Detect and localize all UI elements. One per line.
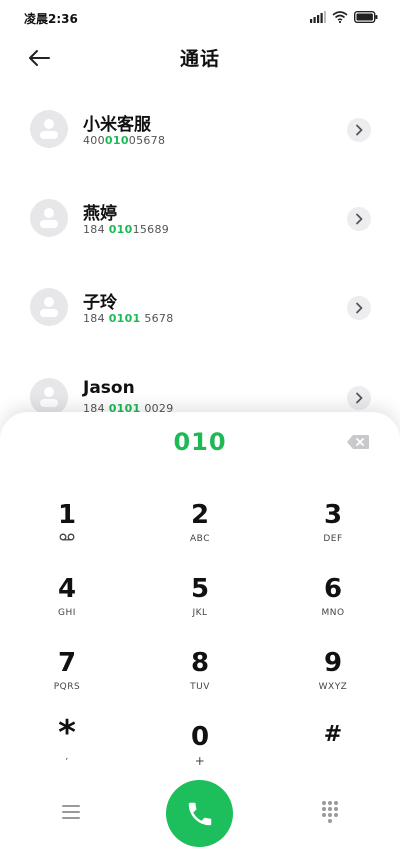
- contact-number: 40001005678: [83, 134, 166, 147]
- key-4[interactable]: 4 GHI: [2, 572, 132, 638]
- key-hash[interactable]: #: [268, 718, 398, 784]
- phone-icon: [188, 802, 211, 825]
- backspace-button[interactable]: [346, 434, 370, 450]
- signal-icon: [310, 11, 326, 23]
- contact-item[interactable]: 燕婷 184 01015689: [0, 187, 400, 247]
- contact-detail-button[interactable]: [347, 296, 371, 320]
- contact-name: 燕婷: [83, 204, 117, 224]
- avatar: [30, 110, 68, 148]
- contact-detail-button[interactable]: [347, 207, 371, 231]
- contact-detail-button[interactable]: [347, 118, 371, 142]
- avatar: [30, 288, 68, 326]
- chevron-right-icon: [356, 124, 363, 136]
- voicemail-icon: [59, 533, 75, 541]
- chevron-right-icon: [356, 302, 363, 314]
- page-title: 通话: [179, 48, 220, 70]
- contact-item[interactable]: 小米客服 40001005678: [0, 98, 400, 158]
- contact-name: 子玲: [83, 293, 117, 313]
- key-6[interactable]: 6 MNO: [268, 572, 398, 638]
- contact-detail-button[interactable]: [347, 386, 371, 410]
- header: 通话: [0, 36, 400, 80]
- key-0[interactable]: 0 +: [135, 720, 265, 786]
- contact-number: 184 0101 5678: [83, 312, 174, 325]
- status-bar: 凌晨2:36: [0, 0, 400, 36]
- entered-number: 010: [173, 428, 227, 456]
- menu-icon: [62, 805, 80, 819]
- chevron-right-icon: [356, 392, 363, 404]
- chevron-right-icon: [356, 213, 363, 225]
- contact-name: Jason: [83, 378, 135, 398]
- backspace-icon: [347, 435, 369, 449]
- status-icons: [310, 11, 378, 23]
- key-8[interactable]: 8 TUV: [135, 646, 265, 712]
- key-2[interactable]: 2 ABC: [135, 498, 265, 564]
- avatar: [30, 199, 68, 237]
- keypad-icon: [322, 801, 338, 823]
- menu-button[interactable]: [58, 800, 84, 824]
- key-9[interactable]: 9 WXYZ: [268, 646, 398, 712]
- key-5[interactable]: 5 JKL: [135, 572, 265, 638]
- contact-number: 184 01015689: [83, 223, 170, 236]
- status-time: 凌晨2:36: [24, 12, 78, 26]
- dialpad-toggle-button[interactable]: [318, 798, 342, 824]
- key-3[interactable]: 3 DEF: [268, 498, 398, 564]
- key-star[interactable]: * ,: [2, 716, 132, 782]
- contact-name: 小米客服: [83, 115, 151, 135]
- battery-icon: [354, 11, 378, 23]
- contact-item[interactable]: 子玲 184 0101 5678: [0, 276, 400, 336]
- avatar: [30, 378, 68, 416]
- key-7[interactable]: 7 PQRS: [2, 646, 132, 712]
- key-1[interactable]: 1: [2, 498, 132, 564]
- wifi-icon: [332, 11, 348, 23]
- bottom-bar: [0, 780, 400, 850]
- call-button[interactable]: [166, 780, 233, 847]
